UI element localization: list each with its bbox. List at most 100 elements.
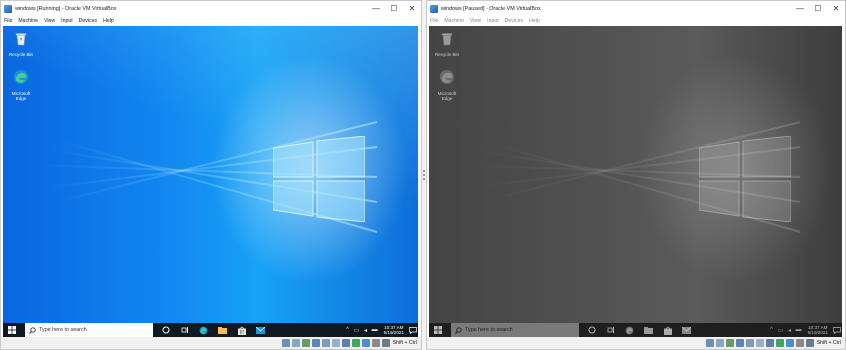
menu-devices[interactable]: Devices — [79, 18, 97, 24]
cpu-icon[interactable] — [785, 339, 794, 347]
mail-icon — [256, 326, 265, 334]
shared-folders-icon[interactable] — [755, 339, 764, 347]
taskbar-edge-button[interactable] — [623, 323, 636, 337]
keyboard-icon[interactable]: ▬ — [795, 326, 803, 334]
clock-date: 5/19/2021 — [807, 330, 828, 335]
vm-status-bar: Shift + Ctrl — [1, 337, 421, 349]
hard-disk-icon[interactable] — [705, 339, 714, 347]
recording-icon[interactable] — [775, 339, 784, 347]
taskbar-edge-button[interactable] — [197, 323, 210, 337]
task-view-icon — [607, 327, 614, 333]
recording-icon[interactable] — [351, 339, 360, 347]
host-key-label: Shift + Ctrl — [816, 340, 841, 346]
hard-disk-icon[interactable] — [281, 339, 290, 347]
volume-icon[interactable]: ◂ — [786, 326, 794, 334]
desktop-icon-label: Recycle Bin — [8, 52, 34, 57]
menu-input[interactable]: Input — [61, 18, 73, 24]
chevron-up-icon[interactable]: ^ — [768, 326, 776, 334]
search-icon — [29, 326, 36, 334]
start-button[interactable] — [431, 323, 445, 337]
menu-help[interactable]: Help — [529, 18, 540, 24]
menu-input[interactable]: Input — [487, 18, 499, 24]
audio-icon[interactable] — [301, 339, 310, 347]
windows-start-icon — [8, 326, 16, 334]
notification-icon — [833, 326, 841, 334]
store-button[interactable] — [661, 323, 674, 337]
virtualbox-window-paused: windows [Paused] - Oracle VM VirtualBox … — [426, 0, 846, 350]
network-adapter-icon[interactable] — [311, 339, 320, 347]
desktop-icon-edge[interactable]: Microsoft Edge — [433, 69, 461, 101]
vm-screen[interactable]: Recycle Bin Microsoft Edge Type here to … — [3, 26, 418, 337]
keyboard-icon[interactable]: ▬ — [371, 326, 379, 334]
store-button[interactable] — [235, 323, 248, 337]
desktop-icon-recycle-bin[interactable]: Recycle Bin — [433, 30, 461, 57]
cortana-button[interactable] — [159, 323, 172, 337]
optical-drive-icon[interactable] — [291, 339, 300, 347]
mail-button[interactable] — [254, 323, 267, 337]
menu-machine[interactable]: Machine — [444, 18, 464, 24]
network-icon[interactable]: ▭ — [353, 326, 361, 334]
taskbar-search-box[interactable]: Type here to search — [451, 323, 579, 337]
edge-icon — [440, 70, 454, 84]
audio-icon[interactable] — [725, 339, 734, 347]
shared-folders-icon[interactable] — [331, 339, 340, 347]
store-icon — [237, 326, 246, 335]
task-view-button[interactable] — [604, 323, 617, 337]
maximize-button[interactable]: ☐ — [809, 1, 827, 16]
recycle-bin-icon — [15, 33, 27, 46]
virtualbox-app-icon — [4, 4, 12, 13]
cortana-button[interactable] — [585, 323, 598, 337]
vm-screen[interactable]: Recycle Bin Microsoft Edge Type here to … — [429, 26, 842, 337]
windows-logo — [699, 136, 791, 222]
clock-date: 5/19/2021 — [383, 330, 404, 335]
menu-view[interactable]: View — [44, 18, 55, 24]
menu-bar: File Machine View Input Devices Help — [1, 16, 421, 26]
maximize-button[interactable]: ☐ — [385, 1, 403, 16]
edge-icon — [199, 326, 208, 334]
menu-file[interactable]: File — [430, 18, 438, 24]
start-button[interactable] — [5, 323, 19, 337]
volume-icon[interactable]: ◂ — [362, 326, 370, 334]
windows-logo — [273, 136, 365, 222]
title-bar[interactable]: windows [Running] - Oracle VM VirtualBox… — [1, 1, 421, 16]
menu-view[interactable]: View — [470, 18, 481, 24]
system-tray: ^ ▭ ◂ ▬ 10:37 AM 5/19/2021 — [768, 323, 842, 337]
mouse-integration-icon[interactable] — [371, 339, 380, 347]
close-button[interactable]: ✕ — [827, 1, 845, 16]
close-button[interactable]: ✕ — [403, 1, 421, 16]
desktop-icon-edge[interactable]: Microsoft Edge — [7, 69, 35, 101]
usb-icon[interactable] — [745, 339, 754, 347]
title-bar[interactable]: windows [Paused] - Oracle VM VirtualBox … — [427, 1, 845, 16]
file-explorer-button[interactable] — [216, 323, 229, 337]
desktop-icon-recycle-bin[interactable]: Recycle Bin — [7, 30, 35, 57]
file-explorer-icon — [218, 327, 227, 334]
menu-help[interactable]: Help — [103, 18, 114, 24]
display-icon[interactable] — [341, 339, 350, 347]
network-adapter-icon[interactable] — [735, 339, 744, 347]
menu-devices[interactable]: Devices — [505, 18, 523, 24]
menu-bar: File Machine View Input Devices Help — [427, 16, 845, 26]
usb-icon[interactable] — [321, 339, 330, 347]
minimize-button[interactable]: — — [367, 1, 385, 16]
notification-button[interactable] — [408, 323, 418, 337]
menu-machine[interactable]: Machine — [18, 18, 38, 24]
taskbar-clock[interactable]: 10:37 AM 5/19/2021 — [384, 325, 404, 335]
edge-icon — [14, 70, 28, 84]
menu-file[interactable]: File — [4, 18, 12, 24]
optical-drive-icon[interactable] — [715, 339, 724, 347]
cpu-icon[interactable] — [361, 339, 370, 347]
taskbar-search-box[interactable]: Type here to search — [25, 323, 153, 337]
mail-icon — [682, 326, 691, 334]
chevron-up-icon[interactable]: ^ — [344, 326, 352, 334]
cortana-icon — [588, 326, 595, 334]
notification-button[interactable] — [832, 323, 842, 337]
network-icon[interactable]: ▭ — [777, 326, 785, 334]
minimize-button[interactable]: — — [791, 1, 809, 16]
virtualbox-window-running: windows [Running] - Oracle VM VirtualBox… — [0, 0, 422, 350]
taskbar-clock[interactable]: 10:37 AM 5/19/2021 — [808, 325, 828, 335]
task-view-button[interactable] — [178, 323, 191, 337]
file-explorer-button[interactable] — [642, 323, 655, 337]
display-icon[interactable] — [765, 339, 774, 347]
mail-button[interactable] — [680, 323, 693, 337]
mouse-integration-icon[interactable] — [795, 339, 804, 347]
